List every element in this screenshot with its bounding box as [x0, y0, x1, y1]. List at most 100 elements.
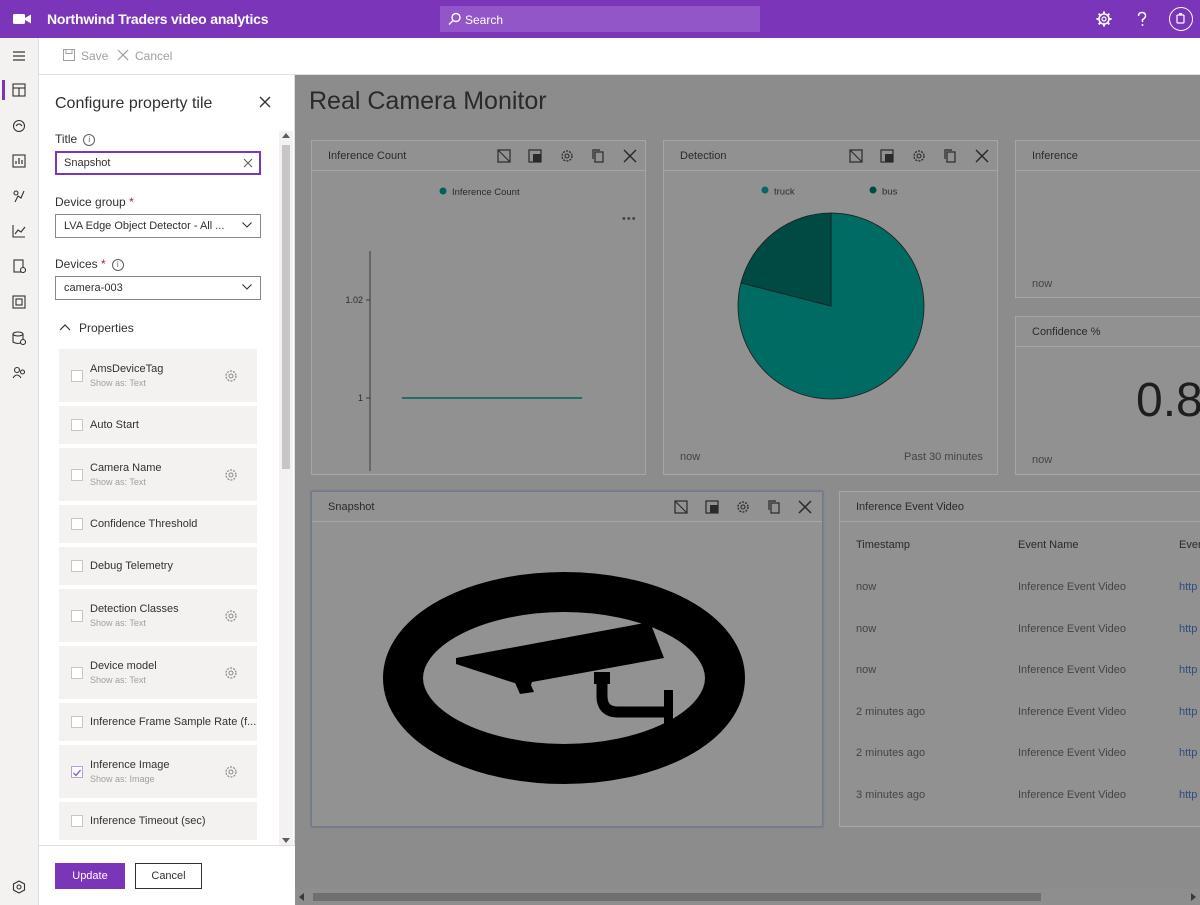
event-video-link[interactable]: http [1179, 747, 1197, 759]
property-item[interactable]: Inference Image Show as: Image [59, 745, 257, 798]
property-item[interactable]: Confidence Threshold [59, 505, 257, 543]
gear-icon[interactable] [224, 468, 238, 482]
dashboard-horizontal-scrollbar[interactable] [295, 889, 1200, 905]
help-icon[interactable] [1132, 9, 1152, 29]
gear-icon[interactable] [224, 765, 238, 779]
property-item[interactable]: Device model Show as: Text [59, 646, 257, 699]
tile-header: Inference Count [312, 141, 645, 171]
property-checkbox[interactable] [71, 609, 83, 622]
gear-icon[interactable] [1094, 9, 1114, 29]
event-video-link[interactable]: http [1179, 789, 1197, 801]
gear-icon[interactable] [224, 369, 238, 383]
clear-icon[interactable] [243, 158, 253, 168]
event-video-link[interactable]: http [1179, 623, 1197, 635]
chart-type-icon[interactable] [848, 148, 864, 164]
copy-icon[interactable] [766, 499, 782, 515]
property-checkbox[interactable] [71, 716, 83, 728]
chart-type-icon[interactable] [673, 499, 689, 515]
scroll-down-arrow-icon[interactable] [282, 838, 290, 843]
tile-inference-event-video[interactable]: Inference Event Video Timestamp Event Na… [839, 491, 1200, 827]
event-video-link[interactable]: http [1179, 664, 1197, 676]
property-name: Detection Classes [90, 603, 179, 615]
configure-tile-panel: Configure property tile Title i Snapshot … [39, 75, 295, 905]
devices-dropdown[interactable]: camera-003 [55, 276, 261, 300]
nav-administration[interactable] [0, 358, 39, 388]
property-item[interactable]: Detection Classes Show as: Text [59, 589, 257, 642]
tile-snapshot[interactable]: Snapshot [311, 491, 823, 827]
device-templates-icon [12, 295, 26, 309]
tile-inference[interactable]: Inference now [1015, 140, 1200, 298]
close-icon[interactable] [797, 499, 813, 515]
tile-detection[interactable]: Detection truck bus now Past 30 minutes [663, 140, 998, 475]
chart-type-icon[interactable] [496, 148, 512, 164]
gear-icon[interactable] [911, 148, 927, 164]
scrollbar-thumb[interactable] [313, 893, 1041, 901]
event-video-link[interactable]: http [1179, 706, 1197, 718]
property-display-type: Show as: Image [90, 774, 155, 784]
nav-analytics[interactable] [0, 216, 39, 246]
column-header-event-name[interactable]: Event Name [1018, 539, 1079, 551]
column-header-event[interactable]: Even [1179, 539, 1200, 551]
size-icon[interactable] [879, 148, 895, 164]
nav-devices[interactable] [0, 111, 39, 141]
close-icon[interactable] [974, 148, 990, 164]
close-icon [117, 49, 129, 61]
property-item[interactable]: Debug Telemetry [59, 547, 257, 585]
tile-inference-count[interactable]: Inference Count ••• Inference Count 1.02 1… [311, 140, 646, 475]
nav-settings[interactable] [0, 872, 39, 902]
property-checkbox[interactable] [71, 419, 83, 431]
panel-title: Configure property tile [55, 95, 213, 112]
panel-scrollbar[interactable] [279, 131, 293, 845]
property-item[interactable]: Inference Timeout (sec) [59, 802, 257, 840]
property-name: Auto Start [90, 419, 139, 431]
property-checkbox[interactable] [71, 468, 83, 481]
update-button[interactable]: Update [55, 863, 125, 889]
property-item[interactable]: Auto Start [59, 406, 257, 444]
info-icon[interactable]: i [111, 259, 124, 271]
gear-icon[interactable] [224, 666, 238, 680]
property-checkbox[interactable] [71, 369, 83, 382]
nav-device-groups[interactable] [0, 146, 39, 176]
scrollbar-thumb[interactable] [282, 145, 290, 469]
event-video-link[interactable]: http [1179, 581, 1197, 593]
event-timestamp: now [856, 581, 877, 593]
close-icon[interactable] [622, 148, 638, 164]
title-input[interactable]: Snapshot [55, 151, 261, 175]
cancel-button[interactable]: Cancel [135, 863, 202, 889]
property-checkbox[interactable] [71, 765, 83, 778]
property-item[interactable]: AmsDeviceTag Show as: Text [59, 349, 257, 402]
close-icon[interactable] [259, 96, 271, 108]
avatar[interactable] [1169, 7, 1193, 31]
size-icon[interactable] [704, 499, 720, 515]
property-checkbox[interactable] [71, 560, 83, 572]
nav-data-export[interactable] [0, 323, 39, 353]
nav-menu[interactable] [0, 41, 39, 71]
scroll-left-arrow-icon[interactable] [299, 893, 304, 901]
property-checkbox[interactable] [71, 518, 83, 530]
nav-jobs[interactable] [0, 251, 39, 281]
property-item[interactable]: Inference Frame Sample Rate (f... [59, 703, 257, 741]
nav-dashboard[interactable] [0, 75, 39, 105]
gear-icon[interactable] [559, 148, 575, 164]
copy-icon[interactable] [942, 148, 958, 164]
save-button[interactable]: Save [63, 49, 108, 63]
device-group-dropdown[interactable]: LVA Edge Object Detector - All ... [55, 214, 261, 238]
search-box[interactable]: Search [440, 6, 760, 32]
scroll-up-arrow-icon[interactable] [282, 133, 290, 138]
copy-icon[interactable] [590, 148, 606, 164]
property-display-type: Show as: Text [90, 618, 146, 628]
gear-icon[interactable] [224, 609, 238, 623]
property-item[interactable]: Camera Name Show as: Text [59, 448, 257, 501]
cancel-command-button[interactable]: Cancel [117, 49, 172, 63]
tile-confidence[interactable]: Confidence % 0.8 now [1015, 316, 1200, 475]
property-checkbox[interactable] [71, 815, 83, 827]
size-icon[interactable] [527, 148, 543, 164]
gear-icon[interactable] [735, 499, 751, 515]
event-timestamp: 2 minutes ago [856, 747, 926, 760]
scroll-right-arrow-icon[interactable] [1191, 893, 1196, 901]
nav-device-templates[interactable] [0, 287, 39, 317]
info-icon[interactable]: i [83, 134, 96, 146]
column-header-timestamp[interactable]: Timestamp [856, 539, 910, 551]
property-checkbox[interactable] [71, 666, 83, 679]
nav-rules[interactable] [0, 181, 39, 211]
